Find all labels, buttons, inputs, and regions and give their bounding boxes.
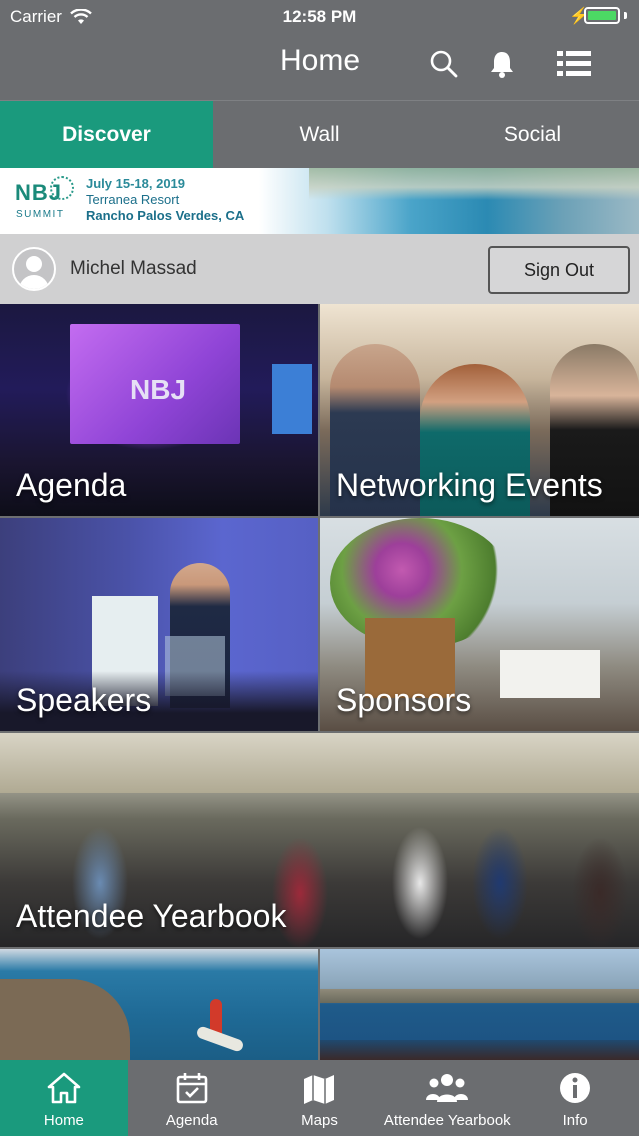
tab-wall[interactable]: Wall (213, 101, 426, 168)
tile-beach-photo[interactable] (0, 949, 318, 1060)
event-venue: Terranea Resort (86, 192, 180, 207)
event-banner[interactable]: NBJ SUMMIT July 15-18, 2019 Terranea Res… (0, 168, 639, 234)
tile-agenda[interactable]: NBJ Agenda (0, 304, 318, 516)
tab-social[interactable]: Social (426, 101, 639, 168)
status-bar: Carrier 12:58 PM ⚡ (0, 0, 639, 34)
tabbar-attendee-yearbook[interactable]: Attendee Yearbook (383, 1060, 511, 1136)
tab-discover[interactable]: Discover (0, 101, 213, 168)
tabbar-maps[interactable]: Maps (256, 1060, 384, 1136)
logo-sunburst-icon (50, 176, 74, 200)
user-row: Michel Massad Sign Out (0, 234, 639, 304)
tabbar-agenda[interactable]: Agenda (128, 1060, 256, 1136)
sign-out-button[interactable]: Sign Out (488, 246, 630, 294)
tile-networking-events[interactable]: Networking Events (320, 304, 639, 516)
event-dates: July 15-18, 2019 (86, 176, 186, 191)
tile-label: Speakers (16, 682, 152, 718)
user-name: Michel Massad (70, 258, 197, 279)
top-bar: Carrier 12:58 PM ⚡ Home (0, 0, 639, 100)
tile-label: Sponsors (336, 682, 472, 718)
battery-icon (584, 7, 627, 24)
list-icon[interactable] (556, 48, 592, 80)
segment-tabs: Discover Wall Social (0, 100, 639, 168)
tabbar-home[interactable]: Home (0, 1060, 128, 1136)
map-icon (304, 1075, 335, 1104)
tab-label: Discover (62, 122, 151, 146)
tile-ocean-photo[interactable] (320, 949, 639, 1060)
search-icon[interactable] (428, 48, 460, 80)
tabbar-info[interactable]: Info (511, 1060, 639, 1136)
tile-label: Attendee Yearbook (16, 898, 287, 934)
tab-label: Social (503, 122, 562, 146)
bottom-tab-bar: Home Agenda Maps Attendee Yearbook Info (0, 1060, 639, 1136)
event-location: Rancho Palos Verdes, CA (86, 208, 245, 223)
tile-speakers[interactable]: Speakers (0, 518, 318, 731)
info-icon (560, 1073, 591, 1103)
calendar-icon (176, 1073, 207, 1104)
tile-label: Agenda (16, 467, 127, 503)
status-time: 12:58 PM (282, 7, 357, 26)
tabbar-label: Maps (301, 1112, 338, 1129)
tabbar-label: Info (562, 1112, 588, 1129)
tabbar-label: Home (43, 1112, 84, 1129)
banner-coastline (309, 168, 639, 200)
tabbar-label: Attendee Yearbook (383, 1112, 511, 1129)
stage-logo-image: NBJ (130, 374, 187, 405)
tile-sponsors[interactable]: Sponsors (320, 518, 639, 731)
tile-attendee-yearbook[interactable]: Attendee Yearbook (0, 733, 639, 947)
home-icon (47, 1072, 81, 1104)
tabbar-label: Agenda (165, 1112, 218, 1129)
bell-icon[interactable] (486, 48, 518, 80)
page-title: Home (279, 44, 361, 77)
avatar[interactable] (12, 247, 56, 291)
tab-label: Wall (299, 122, 340, 146)
event-logo-sub: SUMMIT (16, 209, 65, 220)
banner-text: July 15-18, 2019 Terranea Resort Rancho … (86, 176, 244, 223)
people-icon (426, 1074, 469, 1102)
tile-label: Networking Events (336, 467, 603, 503)
